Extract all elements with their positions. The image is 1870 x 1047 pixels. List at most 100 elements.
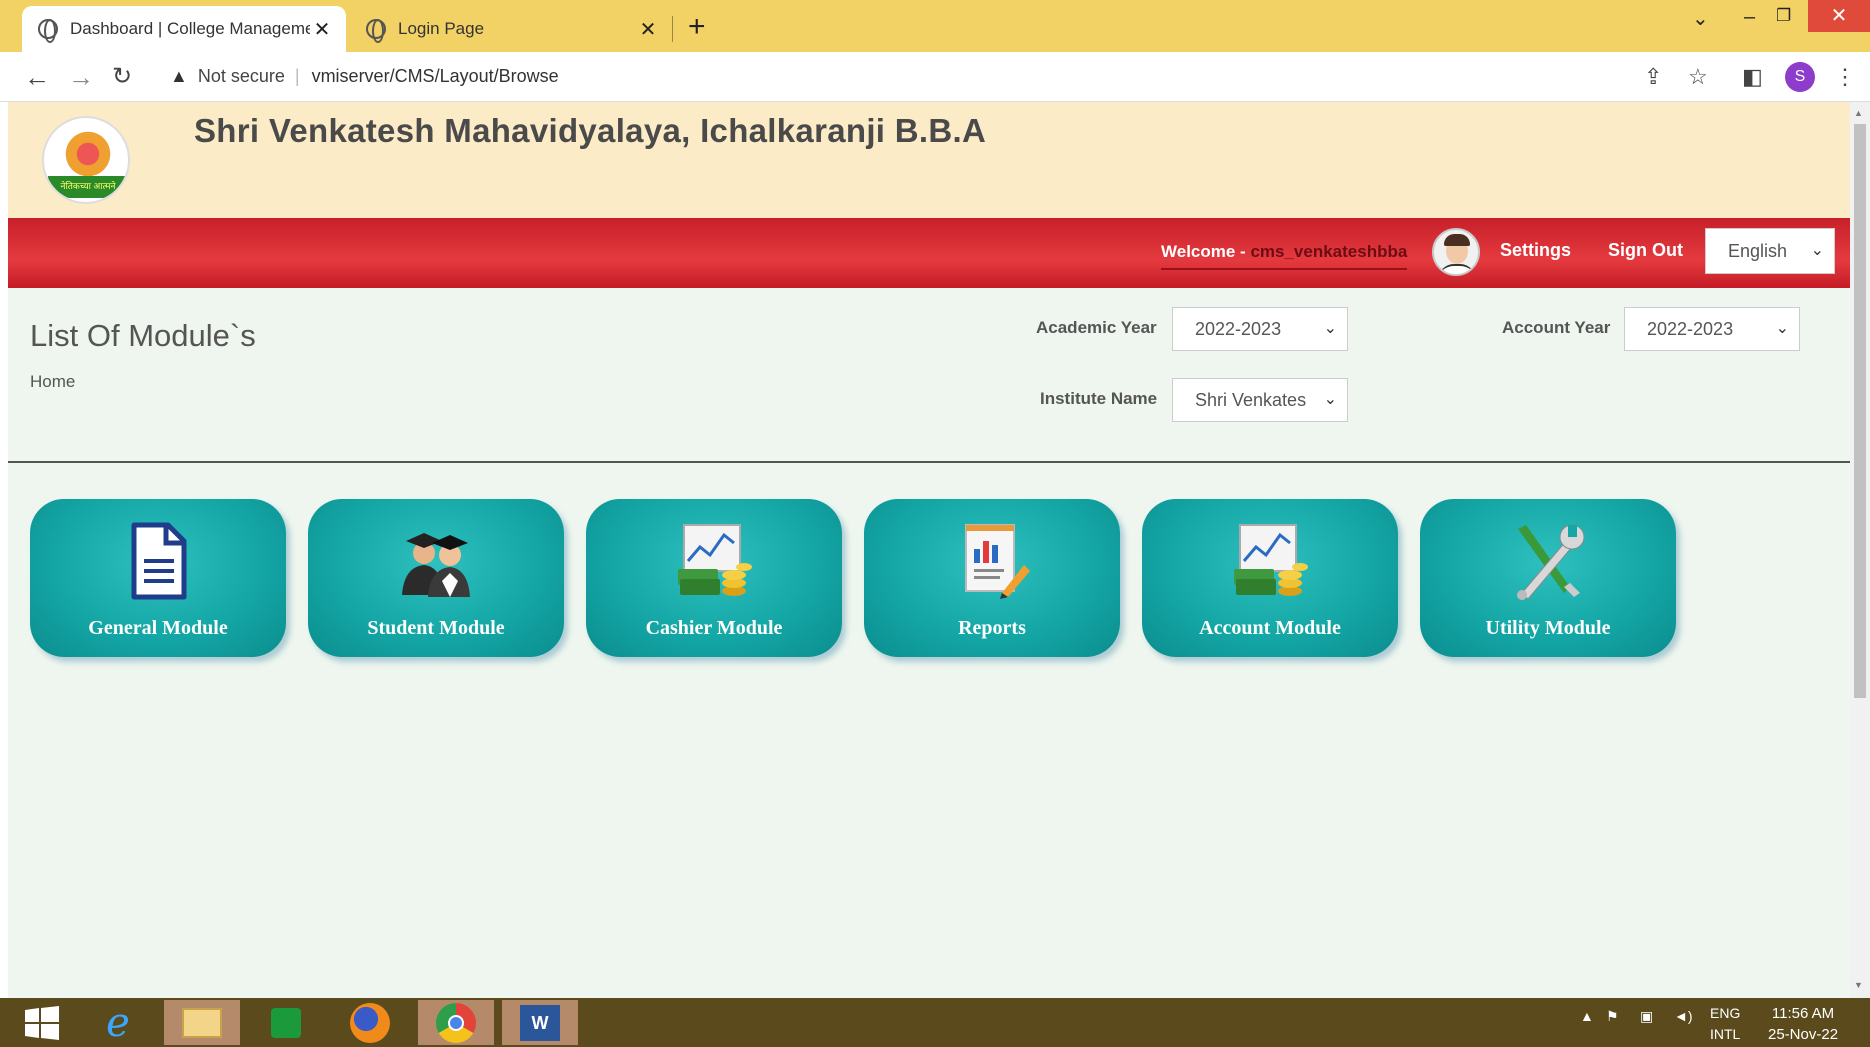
- clock-date: 25-Nov-22: [1768, 1026, 1839, 1043]
- address-bar: ← → ↻ ▲ Not secure | vmiserver/CMS/Layou…: [0, 52, 1870, 102]
- store-icon[interactable]: [248, 1000, 324, 1045]
- reports-tile[interactable]: Reports: [864, 499, 1120, 657]
- welcome-text: Welcome - cms_venkateshbba: [1161, 242, 1408, 270]
- chevron-down-icon: ⌄: [1810, 242, 1824, 259]
- cash-chart-icon: [1234, 524, 1308, 596]
- chevron-down-icon: ⌄: [1775, 320, 1789, 337]
- bookmark-star-icon[interactable]: ☆: [1688, 64, 1708, 90]
- tile-label: General Module: [88, 617, 228, 639]
- url-field[interactable]: ▲ Not secure | vmiserver/CMS/Layout/Brow…: [170, 66, 559, 87]
- general-module-tile[interactable]: General Module: [30, 499, 286, 657]
- account-module-tile[interactable]: Account Module: [1142, 499, 1398, 657]
- academic-year-select[interactable]: 2022-2023 ⌄: [1172, 307, 1348, 351]
- page-content: नेतिकच्या आत्मने Shri Venkatesh Mahavidy…: [8, 102, 1850, 998]
- page-title: List Of Module`s: [30, 318, 256, 353]
- top-nav-bar: Welcome - cms_venkateshbba Settings Sign…: [8, 218, 1850, 288]
- site-title: Shri Venkatesh Mahavidyalaya, Ichalkaran…: [194, 112, 987, 149]
- logo-ribbon: नेतिकच्या आत्मने: [48, 176, 128, 198]
- cashier-module-tile[interactable]: Cashier Module: [586, 499, 842, 657]
- url-divider: |: [294, 66, 300, 86]
- scroll-up-icon[interactable]: ▲: [1854, 108, 1863, 118]
- report-icon: [965, 524, 1030, 599]
- browser-tab-bar: Dashboard | College Managemen ✕ Login Pa…: [0, 0, 1870, 52]
- show-hidden-icons[interactable]: ▲: [1580, 1008, 1594, 1024]
- warning-icon: ▲: [170, 66, 188, 86]
- academic-year-label: Academic Year: [1036, 318, 1157, 337]
- account-year-select[interactable]: 2022-2023 ⌄: [1624, 307, 1800, 351]
- lang-bottom: INTL: [1710, 1026, 1741, 1042]
- start-icon[interactable]: [4, 1000, 80, 1045]
- tab-title: Login Page: [398, 19, 485, 38]
- firefox-icon[interactable]: [332, 1000, 408, 1045]
- avatar-shirt: [1438, 264, 1476, 274]
- close-tab-icon[interactable]: ✕: [310, 17, 334, 42]
- not-secure-label: Not secure: [197, 66, 285, 86]
- page-scrollbar[interactable]: ▲ ▼: [1850, 102, 1870, 998]
- document-icon: [131, 522, 187, 600]
- academic-year-value: 2022-2023: [1195, 319, 1282, 339]
- reload-icon[interactable]: ↻: [112, 62, 132, 91]
- tile-label: Cashier Module: [645, 617, 783, 639]
- avatar-hair: [1444, 234, 1470, 246]
- breadcrumb-home[interactable]: Home: [30, 372, 75, 392]
- utility-module-tile[interactable]: Utility Module: [1420, 499, 1676, 657]
- close-window-icon[interactable]: ✕: [1808, 0, 1870, 32]
- url-text: vmiserver/CMS/Layout/Browse: [311, 66, 559, 86]
- word-icon[interactable]: W: [502, 1000, 578, 1045]
- tab-dashboard[interactable]: Dashboard | College Managemen ✕: [22, 6, 346, 52]
- tab-search-icon[interactable]: ⌄: [1692, 6, 1709, 31]
- scroll-thumb[interactable]: [1854, 124, 1866, 698]
- tab-login[interactable]: Login Page ✕: [350, 6, 672, 52]
- side-panel-icon[interactable]: ◧: [1742, 64, 1763, 90]
- forward-icon[interactable]: →: [68, 62, 94, 93]
- scroll-down-icon[interactable]: ▼: [1854, 980, 1863, 990]
- lang-top: ENG: [1710, 1005, 1741, 1021]
- settings-link[interactable]: Settings: [1500, 240, 1571, 261]
- chevron-down-icon: ⌄: [1323, 320, 1337, 337]
- section-divider: [8, 461, 1850, 463]
- students-icon: [402, 533, 470, 597]
- tile-label: Utility Module: [1485, 617, 1611, 639]
- institute-name-value: Shri Venkates: [1195, 390, 1307, 410]
- minimize-icon[interactable]: –: [1744, 6, 1755, 29]
- institute-name-label: Institute Name: [1040, 389, 1158, 408]
- close-tab-icon[interactable]: ✕: [636, 17, 660, 42]
- internet-explorer-icon[interactable]: e: [80, 1000, 156, 1046]
- profile-avatar[interactable]: S: [1785, 62, 1815, 92]
- chrome-icon[interactable]: [418, 1000, 494, 1045]
- tools-icon: [1517, 524, 1585, 600]
- username: cms_venkateshbba: [1250, 242, 1408, 261]
- file-explorer-icon[interactable]: [164, 1000, 240, 1045]
- volume-icon[interactable]: ◄): [1674, 1008, 1693, 1024]
- sign-out-link[interactable]: Sign Out: [1608, 240, 1683, 261]
- back-icon[interactable]: ←: [24, 62, 50, 93]
- menu-dots-icon[interactable]: ⋮: [1834, 64, 1856, 90]
- college-logo: नेतिकच्या आत्मने: [42, 116, 130, 204]
- windows-logo-icon: [25, 1005, 59, 1040]
- input-language-indicator[interactable]: ENG INTL: [1710, 1003, 1740, 1045]
- student-module-tile[interactable]: Student Module: [308, 499, 564, 657]
- globe-icon: [38, 19, 58, 43]
- clock[interactable]: 11:56 AM 25-Nov-22: [1768, 1003, 1838, 1045]
- clock-time: 11:56 AM: [1771, 1005, 1835, 1022]
- site-header: नेतिकच्या आत्मने Shri Venkatesh Mahavidy…: [8, 102, 1850, 218]
- language-value: English: [1728, 241, 1788, 261]
- new-tab-button[interactable]: +: [688, 10, 706, 44]
- share-icon[interactable]: ⇪: [1644, 64, 1662, 90]
- network-icon[interactable]: ▣: [1640, 1008, 1653, 1025]
- account-year-label: Account Year: [1502, 318, 1611, 337]
- logo-emblem: [62, 128, 114, 180]
- tile-label: Account Module: [1199, 617, 1341, 639]
- chevron-down-icon: ⌄: [1319, 379, 1337, 421]
- tile-label: Student Module: [367, 617, 505, 639]
- language-select[interactable]: English ⌄: [1705, 228, 1835, 274]
- institute-name-select[interactable]: Shri Venkates ⌄: [1172, 378, 1348, 422]
- tab-separator: [672, 16, 673, 42]
- action-center-flag-icon[interactable]: ⚑: [1606, 1008, 1619, 1025]
- restore-icon[interactable]: ❐: [1776, 6, 1791, 26]
- welcome-label: Welcome -: [1161, 242, 1251, 261]
- account-year-value: 2022-2023: [1647, 319, 1734, 339]
- user-avatar[interactable]: [1432, 228, 1480, 276]
- tile-label: Reports: [958, 617, 1026, 639]
- tab-title: Dashboard | College Managemen: [70, 19, 310, 38]
